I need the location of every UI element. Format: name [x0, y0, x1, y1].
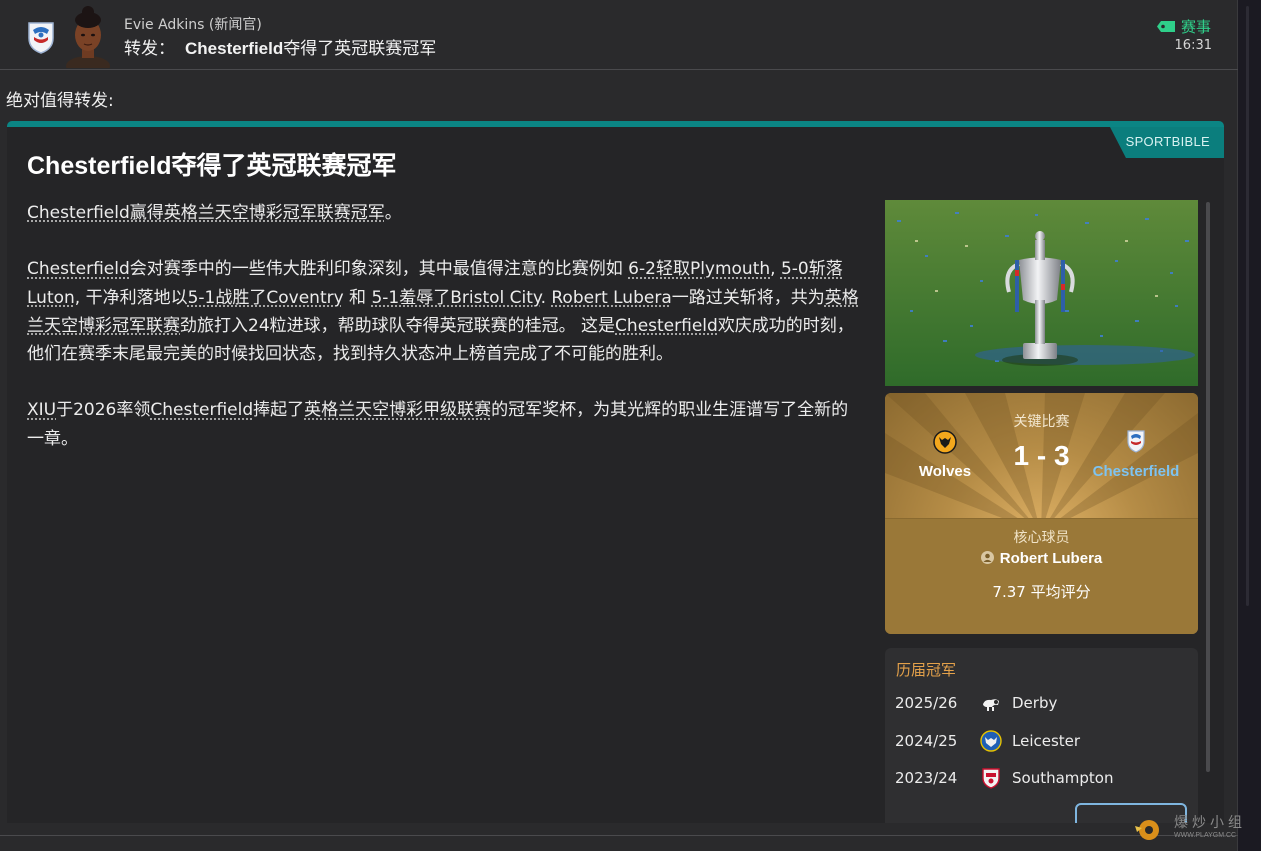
club-link[interactable]: Chesterfield — [615, 316, 718, 336]
club-link[interactable]: Chesterfield — [27, 259, 130, 279]
past-winners-title: 历届冠军 — [896, 661, 957, 679]
watermark-text: 爆炒小组 — [1174, 815, 1246, 831]
side-panel-edge — [1238, 0, 1261, 851]
subject-prefix: 转发： — [124, 39, 175, 59]
watermark-url: WWW.PLAYGM.CC — [1174, 832, 1237, 839]
key-player[interactable]: Robert Lubera — [885, 550, 1198, 567]
trophy-photo — [885, 200, 1198, 386]
club-link[interactable]: Chesterfield — [150, 400, 253, 420]
watermark-logo-icon — [1135, 820, 1159, 840]
subject-club[interactable]: Chesterfield — [185, 39, 283, 58]
past-winner-row[interactable]: 2024/25 Leicester — [895, 730, 1080, 752]
sender-avatar — [66, 6, 110, 68]
club-name: Southampton — [1012, 769, 1114, 787]
article-scrollbar[interactable] — [1206, 202, 1210, 772]
manager-link[interactable]: XIU — [27, 400, 56, 420]
person-icon — [980, 551, 994, 564]
ram-badge-icon — [983, 699, 999, 711]
match-link[interactable]: 5-1战胜了Coventry — [188, 288, 344, 308]
article-link[interactable]: Chesterfield赢得英格兰天空博彩冠军联赛冠军 — [27, 203, 385, 223]
article-paragraph-2: Chesterfield会对赛季中的一些伟大胜利印象深刻，其中最值得注意的比赛例… — [27, 259, 859, 364]
club-name: Derby — [1012, 694, 1058, 712]
message-header: Evie Adkins (新闻官) 转发： Chesterfield夺得了英冠联赛… — [0, 0, 1238, 70]
outer-scrollbar[interactable] — [1246, 6, 1249, 606]
key-player-rating: 7.37 平均评分 — [992, 583, 1091, 601]
season: 2025/26 — [895, 694, 958, 712]
category-tag[interactable]: 赛事 — [1156, 16, 1211, 37]
season: 2024/25 — [895, 732, 958, 750]
message-time: 16:31 — [1174, 38, 1212, 53]
player-link[interactable]: Robert Lubera — [551, 288, 671, 308]
match-link[interactable]: 6-2轻取Plymouth — [628, 259, 770, 279]
key-player-section: 核心球员 Robert Lubera 7.37 平均评分 — [885, 518, 1198, 634]
subject-text: 夺得了英冠联赛冠军 — [283, 39, 437, 59]
footer-divider — [0, 835, 1238, 836]
match-link[interactable]: 5-1羞辱了Bristol City — [371, 288, 540, 308]
source-label: SPORTBIBLE — [1125, 134, 1210, 149]
competition-link[interactable]: 英格兰天空博彩甲级联赛 — [304, 400, 491, 420]
watermark: 爆炒小组 WWW.PLAYGM.CC — [1130, 810, 1258, 846]
tag-icon — [1156, 21, 1175, 32]
key-match-header: 关键比赛 Wolves 1 - 3 Chesterfield — [885, 393, 1198, 518]
article-paragraph-3: XIU于2026率领Chesterfield捧起了英格兰天空博彩甲级联赛的冠军奖… — [27, 400, 849, 449]
key-player-name: Robert Lubera — [999, 550, 1103, 567]
past-winners-panel: 历届冠军 2025/26 Derby 2024/25 Leicester 202… — [885, 648, 1198, 823]
chesterfield-badge-icon — [28, 22, 54, 54]
past-winner-row[interactable]: 2023/24 Southampton — [895, 767, 1113, 789]
article-body: Chesterfield赢得英格兰天空博彩冠军联赛冠军。 Chesterfiel… — [27, 199, 863, 481]
sender-name[interactable]: Evie Adkins (新闻官) — [124, 14, 262, 34]
key-player-label: 核心球员 — [1013, 530, 1070, 546]
news-item-window: Evie Adkins (新闻官) 转发： Chesterfield夺得了英冠联赛… — [0, 0, 1238, 851]
category-label: 赛事 — [1180, 18, 1211, 36]
saints-badge-icon — [982, 768, 1000, 789]
key-match-label: 关键比赛 — [1013, 414, 1070, 430]
message-subject: 转发： Chesterfield夺得了英冠联赛冠军 — [124, 34, 436, 59]
news-headline: Chesterfield夺得了英冠联赛冠军 — [27, 146, 397, 182]
past-winner-row[interactable]: 2025/26 Derby — [895, 692, 1057, 714]
headline-club: Chesterfield — [27, 152, 172, 180]
chesterfield-badge-icon — [1127, 430, 1145, 453]
headline-text: 夺得了英冠联赛冠军 — [171, 151, 397, 180]
key-match-panel[interactable]: 关键比赛 Wolves 1 - 3 Chesterfield 核心球员 Robe… — [885, 393, 1198, 634]
season: 2023/24 — [895, 769, 958, 787]
fox-badge-icon — [980, 730, 1002, 752]
away-team[interactable]: Chesterfield — [1081, 463, 1191, 480]
club-name: Leicester — [1012, 732, 1081, 750]
news-card: SPORTBIBLE Chesterfield夺得了英冠联赛冠军 Chester… — [7, 121, 1224, 823]
message-intro: 绝对值得转发: — [6, 91, 114, 111]
article-paragraph-1: Chesterfield赢得英格兰天空博彩冠军联赛冠军。 — [27, 203, 402, 223]
